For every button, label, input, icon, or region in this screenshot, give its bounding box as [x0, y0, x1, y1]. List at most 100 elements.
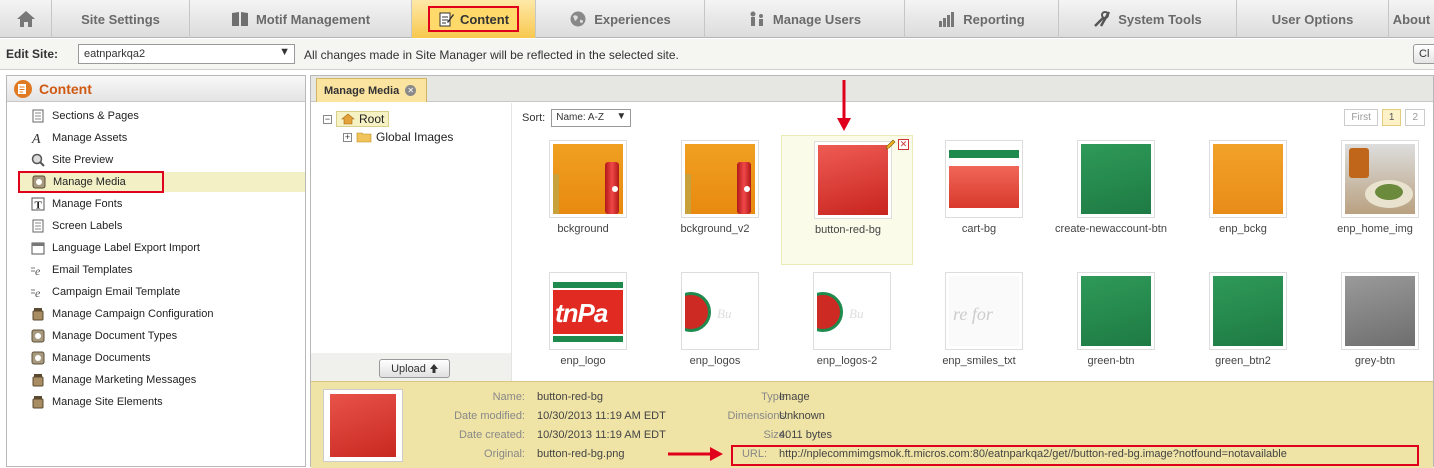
email-e-icon: e — [31, 263, 45, 277]
pager-page-1[interactable]: 1 — [1381, 109, 1402, 126]
folder-tree: − Root + Global Images — [311, 103, 511, 376]
pager-first[interactable]: First — [1344, 109, 1378, 126]
nav-tab-label: Site Settings — [81, 11, 160, 27]
nav-tab-reporting[interactable]: Reporting — [905, 0, 1059, 38]
nav-tab-about[interactable]: About — [1389, 0, 1434, 38]
sidebar-item-label: Manage Document Types — [52, 330, 178, 342]
detail-thumbnail — [323, 389, 403, 462]
media-thumbnail: Bu — [681, 272, 759, 350]
site-change-note: All changes made in Site Manager will be… — [304, 48, 679, 62]
media-tile[interactable]: Bu enp_logos — [649, 267, 781, 397]
media-tile[interactable]: enp_home_img — [1309, 135, 1434, 265]
main-tab-strip: Manage Media ✕ — [311, 76, 1433, 102]
tab-manage-media[interactable]: Manage Media ✕ — [316, 78, 427, 102]
home-icon — [16, 11, 35, 27]
sort-select[interactable]: Name: A-Z ▼ — [551, 109, 632, 127]
tree-node-label: Global Images — [376, 130, 454, 144]
nav-tab-motif-management[interactable]: Motif Management — [190, 0, 412, 38]
media-caption: enp_home_img — [1337, 223, 1413, 235]
expand-icon[interactable]: + — [343, 132, 352, 142]
media-tile[interactable]: green-btn — [1045, 267, 1177, 397]
media-tile[interactable]: tnPa enp_logo — [517, 267, 649, 397]
sidebar-item-label: Manage Media — [53, 176, 126, 188]
media-caption: enp_smiles_txt — [942, 355, 1016, 367]
media-tile[interactable]: enp_bckg — [1177, 135, 1309, 265]
media-icon — [32, 175, 46, 189]
nav-tab-experiences[interactable]: Experiences — [536, 0, 705, 38]
media-thumbnail — [814, 141, 892, 219]
sidebar-item-screen-labels[interactable]: Screen Labels — [31, 216, 122, 236]
nav-tab-home[interactable] — [0, 0, 52, 38]
folder-icon — [356, 132, 372, 143]
media-thumbnail: tnPa — [549, 272, 627, 350]
edit-site-bar: Edit Site: eatnparkqa2 ▼ All changes mad… — [0, 39, 1434, 70]
clear-button[interactable]: Cl — [1413, 44, 1434, 64]
sidebar-item-language-label-export-import[interactable]: Language Label Export Import — [31, 238, 200, 258]
sidebar-item-manage-marketing-messages[interactable]: Manage Marketing Messages — [31, 370, 196, 390]
detail-size-value: 4011 bytes — [779, 429, 833, 441]
jar-icon — [31, 307, 45, 321]
sidebar-item-manage-media[interactable]: Manage Media — [18, 171, 305, 193]
media-caption: cart-bg — [961, 223, 997, 235]
nav-tab-site-settings[interactable]: Site Settings — [52, 0, 190, 38]
media-caption: create-newaccount-btn — [1055, 223, 1167, 235]
sidebar-item-manage-site-elements[interactable]: Manage Site Elements — [31, 392, 163, 412]
nav-tab-system-tools[interactable]: System Tools — [1059, 0, 1237, 38]
sidebar-item-manage-documents[interactable]: Manage Documents — [31, 348, 150, 368]
close-icon[interactable]: ✕ — [405, 85, 417, 96]
users-icon — [750, 11, 763, 26]
sidebar-item-label: Screen Labels — [52, 220, 123, 232]
sidebar-item-site-preview[interactable]: Site Preview — [31, 150, 113, 170]
media-grid: Sort: Name: A-Z ▼ First 1 2 bckground bck… — [511, 103, 1433, 381]
media-tile[interactable]: bckground — [517, 135, 649, 265]
sidebar-item-manage-document-types[interactable]: Manage Document Types — [31, 326, 177, 346]
sidebar-item-email-templates[interactable]: e Email Templates — [31, 260, 133, 280]
media-caption: enp_bckg — [1219, 223, 1267, 235]
media-thumbnail — [681, 140, 759, 218]
nav-tab-label: About — [1392, 11, 1431, 27]
media-caption: enp_logos — [689, 355, 741, 367]
media-tile[interactable]: re for enp_smiles_txt — [913, 267, 1045, 397]
media-tile[interactable]: Bu enp_logos-2 — [781, 267, 913, 397]
sidebar-item-campaign-email-template[interactable]: e Campaign Email Template — [31, 282, 180, 302]
tree-root-label: Root — [359, 112, 385, 126]
sidebar-item-manage-campaign-configuration[interactable]: Manage Campaign Configuration — [31, 304, 213, 324]
nav-tab-manage-users[interactable]: Manage Users — [705, 0, 905, 38]
sidebar-item-manage-fonts[interactable]: T Manage Fonts — [31, 194, 122, 214]
globe-icon — [570, 11, 586, 27]
media-tile[interactable]: create-newaccount-btn — [1045, 135, 1177, 265]
page-icon — [31, 109, 45, 123]
chevron-down-icon: ▼ — [279, 46, 290, 58]
page-icon — [31, 219, 45, 233]
email-e-icon: e — [31, 285, 45, 299]
media-caption: grey-btn — [1354, 355, 1396, 367]
media-tile[interactable]: button-red-bg ✕ — [781, 135, 913, 265]
tree-node-global-images[interactable]: + Global Images — [343, 130, 453, 144]
magnifier-icon — [31, 153, 45, 167]
detail-created-value: 10/30/2013 11:19 AM EDT — [537, 429, 666, 441]
collapse-icon[interactable]: − — [323, 114, 332, 124]
media-thumbnail — [1209, 272, 1287, 350]
pager-page-2[interactable]: 2 — [1405, 109, 1425, 126]
media-tile[interactable]: grey-btn — [1309, 267, 1434, 397]
pencil-icon[interactable] — [885, 139, 896, 150]
nav-tab-label: Reporting — [963, 11, 1025, 27]
media-tile[interactable]: cart-bg — [913, 135, 1045, 265]
nav-tab-user-options[interactable]: User Options — [1237, 0, 1389, 38]
delete-icon[interactable]: ✕ — [898, 139, 909, 150]
chevron-down-icon: ▼ — [616, 111, 627, 122]
tree-node-root[interactable]: − Root — [323, 111, 390, 127]
media-tile[interactable]: bckground_v2 — [649, 135, 781, 265]
sidebar-item-sections-pages[interactable]: Sections & Pages — [31, 106, 139, 126]
sidebar-item-label: Manage Site Elements — [52, 396, 163, 408]
site-select[interactable]: eatnparkqa2 ▼ — [78, 44, 295, 64]
upload-button[interactable]: Upload — [379, 359, 450, 378]
detail-url-value[interactable]: http://nplecommimgsmok.ft.micros.com:80/… — [779, 448, 1287, 460]
main-panel: Manage Media ✕ − Root + Global Images Up… — [310, 75, 1434, 468]
nav-tab-label: User Options — [1271, 11, 1354, 27]
detail-type-value: Image — [779, 391, 810, 403]
media-icon — [31, 329, 45, 343]
sidebar-item-manage-assets[interactable]: A Manage Assets — [31, 128, 127, 148]
nav-tab-content[interactable]: Content — [412, 0, 536, 38]
media-tile[interactable]: green_btn2 — [1177, 267, 1309, 397]
